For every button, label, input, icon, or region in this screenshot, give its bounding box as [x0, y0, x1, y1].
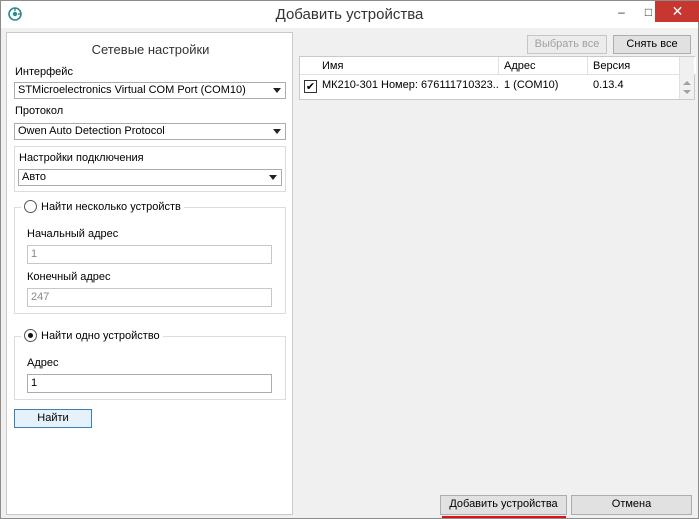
checkmark-icon: ✔ — [305, 81, 316, 93]
highlight-underline — [442, 516, 566, 518]
interface-select[interactable]: STMicroelectronics Virtual COM Port (COM… — [14, 82, 286, 99]
minimize-button[interactable]: – — [608, 1, 635, 22]
find-multiple-option[interactable]: Найти несколько устройств — [21, 200, 184, 213]
column-header-name[interactable]: Имя — [317, 57, 499, 75]
interface-label: Интерфейс — [15, 66, 73, 78]
end-address-field[interactable]: 247 — [27, 288, 272, 307]
add-devices-window: Добавить устройства – □ ✕ Сетевые настро… — [0, 0, 699, 519]
close-button[interactable]: ✕ — [655, 1, 699, 22]
cancel-button[interactable]: Отмена — [571, 495, 692, 515]
start-address-field[interactable]: 1 — [27, 245, 272, 264]
address-label: Адрес — [27, 357, 59, 369]
radio-find-multiple[interactable] — [24, 200, 37, 213]
chevron-down-icon — [273, 129, 281, 134]
find-single-label: Найти одно устройство — [41, 329, 160, 342]
address-field[interactable]: 1 — [27, 374, 272, 393]
column-header-address[interactable]: Адрес — [499, 57, 588, 75]
scroll-down-icon[interactable] — [683, 90, 691, 94]
select-all-button[interactable]: Выбрать все — [527, 35, 607, 54]
network-settings-heading: Сетевые настройки — [91, 42, 210, 57]
devices-table: Имя Адрес Версия ✔ МК210-301 Номер: 6761… — [299, 56, 696, 100]
connection-settings-group: Настройки подключения Авто — [14, 146, 286, 192]
connection-select[interactable]: Авто — [18, 169, 282, 186]
scroll-up-icon[interactable] — [683, 81, 691, 85]
find-multiple-label: Найти несколько устройств — [41, 200, 181, 213]
device-address-cell: 1 (COM10) — [504, 79, 559, 91]
table-row[interactable]: ✔ МК210-301 Номер: 676111710323... 1 (CO… — [300, 76, 680, 95]
connection-value: Авто — [22, 171, 46, 183]
title-bar: Добавить устройства – □ ✕ — [1, 1, 699, 28]
find-multiple-group: Найти несколько устройств Начальный адре… — [14, 200, 286, 314]
find-single-option[interactable]: Найти одно устройство — [21, 329, 163, 342]
connection-settings-label: Настройки подключения — [19, 152, 144, 164]
find-single-group: Найти одно устройство Адрес 1 — [14, 329, 286, 400]
row-checkbox[interactable]: ✔ — [304, 80, 317, 93]
chevron-down-icon — [273, 88, 281, 93]
protocol-select[interactable]: Owen Auto Detection Protocol — [14, 123, 286, 140]
deselect-all-button[interactable]: Снять все — [613, 35, 691, 54]
protocol-value: Owen Auto Detection Protocol — [18, 125, 165, 137]
start-address-label: Начальный адрес — [27, 228, 119, 240]
end-address-label: Конечный адрес — [27, 271, 111, 283]
table-scrollbar[interactable] — [679, 57, 694, 99]
device-name-cell: МК210-301 Номер: 676111710323... — [322, 79, 499, 91]
device-version-cell: 0.13.4 — [593, 79, 624, 91]
interface-value: STMicroelectronics Virtual COM Port (COM… — [18, 84, 246, 96]
radio-find-single[interactable] — [24, 329, 37, 342]
window-title: Добавить устройства — [275, 6, 424, 23]
column-header-version[interactable]: Версия — [588, 57, 681, 75]
network-settings-panel: Сетевые настройки Интерфейс STMicroelect… — [6, 32, 293, 515]
find-button[interactable]: Найти — [14, 409, 92, 428]
add-devices-button[interactable]: Добавить устройства — [440, 495, 567, 515]
protocol-label: Протокол — [15, 105, 64, 117]
table-header: Имя Адрес Версия — [300, 57, 696, 75]
chevron-down-icon — [269, 175, 277, 180]
